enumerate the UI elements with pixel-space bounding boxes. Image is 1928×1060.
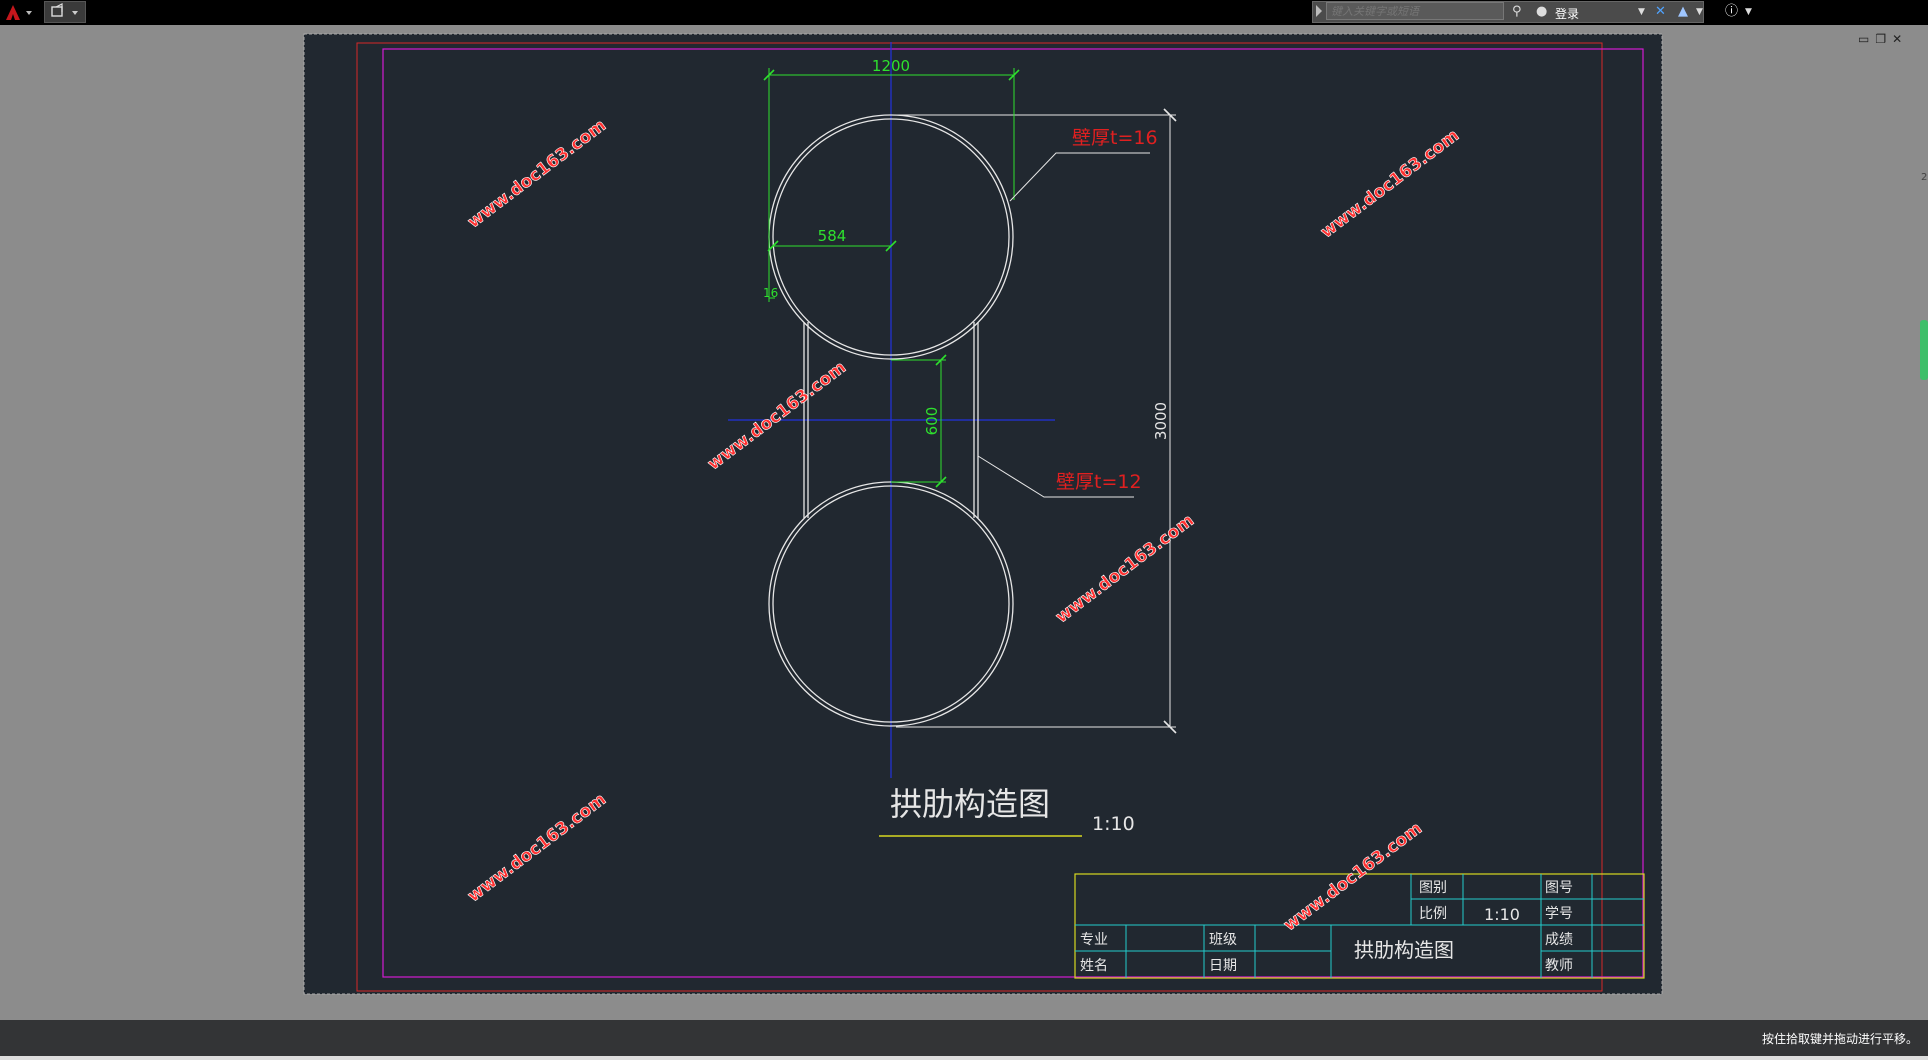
tb-jiaoshi-label: 教师 <box>1545 958 1573 974</box>
tb-banji-label: 班级 <box>1209 932 1237 948</box>
dim-3000: 3000 <box>1152 402 1170 440</box>
drawing-canvas[interactable]: 3000 1200 584 16 600 壁厚t=16 壁厚t=12 拱肋构造图… <box>0 0 1928 1060</box>
dim-16: 16 <box>763 286 778 300</box>
drawing-scale: 1:10 <box>1092 813 1135 835</box>
tb-xingming-label: 姓名 <box>1080 958 1108 974</box>
tb-tubie-label: 图别 <box>1419 880 1447 896</box>
status-message: 按住拾取键并拖动进行平移。 <box>1761 1032 1918 1046</box>
tb-bili-label: 比例 <box>1419 906 1447 922</box>
bottom-strip <box>0 1056 1928 1060</box>
tb-zhuanye-label: 专业 <box>1080 932 1108 948</box>
tb-chengji-label: 成绩 <box>1545 932 1573 948</box>
dim-600: 600 <box>923 407 941 436</box>
label-wall-mid: 壁厚t=12 <box>1056 471 1142 493</box>
tb-riqi-label: 日期 <box>1209 958 1237 974</box>
drawing-title: 拱肋构造图 <box>890 785 1050 823</box>
label-wall-top: 壁厚t=16 <box>1072 127 1158 149</box>
tb-bili-value: 1:10 <box>1484 905 1520 924</box>
tb-drawing-name: 拱肋构造图 <box>1354 938 1454 962</box>
dim-1200: 1200 <box>872 57 910 75</box>
tb-tuhao-label: 图号 <box>1545 880 1573 896</box>
tb-xuehao-label: 学号 <box>1545 906 1573 922</box>
dim-584: 584 <box>818 227 847 245</box>
status-bar: 按住拾取键并拖动进行平移。 <box>0 1020 1928 1056</box>
paper-sheet <box>303 33 1663 995</box>
